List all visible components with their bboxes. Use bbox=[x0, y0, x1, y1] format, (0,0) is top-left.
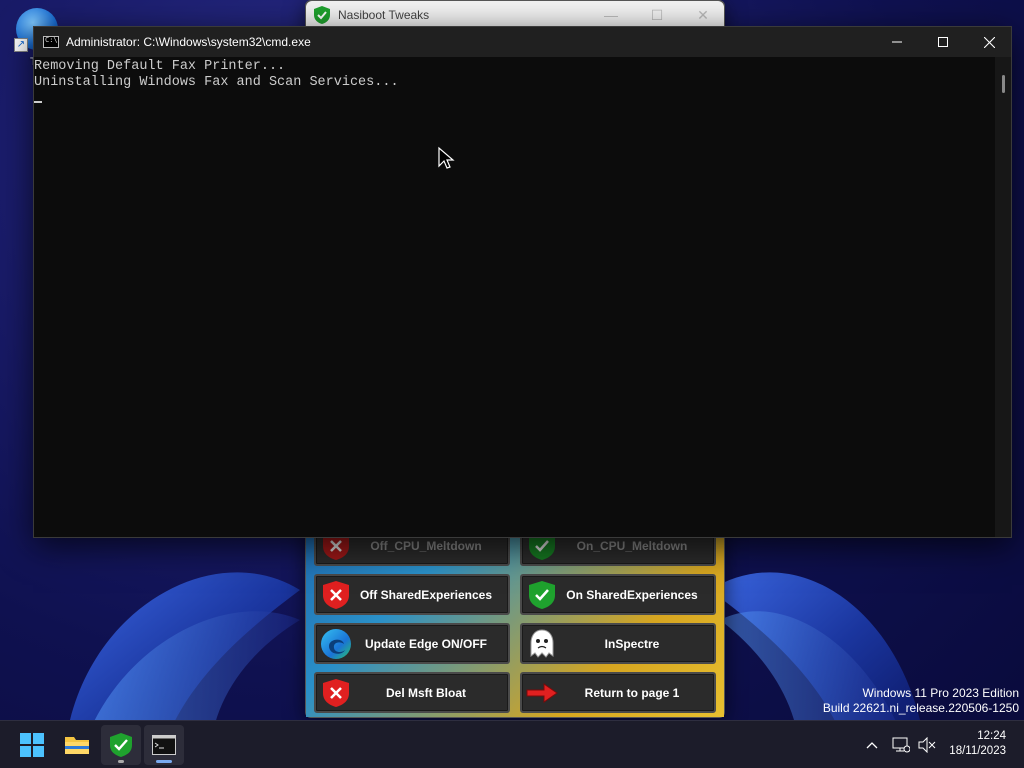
console-line: Removing Default Fax Printer... bbox=[34, 59, 286, 74]
return-to-page-1-button[interactable]: Return to page 1 bbox=[520, 672, 716, 713]
nasiboot-maximize-button[interactable]: ☐ bbox=[634, 1, 680, 29]
mouse-pointer-icon bbox=[438, 146, 455, 169]
watermark-build: Build 22621.ni_release.220506-1250 bbox=[822, 701, 1019, 715]
maximize-icon bbox=[938, 37, 948, 47]
cmd-close-button[interactable] bbox=[966, 27, 1012, 57]
terminal-icon bbox=[152, 735, 176, 755]
cmd-minimize-button[interactable] bbox=[874, 27, 920, 57]
system-tray bbox=[862, 721, 940, 768]
start-button[interactable] bbox=[12, 725, 52, 765]
return-to-page-1-label: Return to page 1 bbox=[584, 685, 680, 700]
clock-time: 12:24 bbox=[977, 730, 1006, 742]
taskbar-file-explorer[interactable] bbox=[57, 725, 97, 765]
nasiboot-close-button[interactable]: ✕ bbox=[680, 1, 726, 29]
shield-check-icon bbox=[314, 6, 330, 24]
volume-button[interactable] bbox=[914, 737, 940, 753]
cmd-window[interactable]: Administrator: C:\Windows\system32\cmd.e… bbox=[33, 26, 1012, 538]
nasiboot-title: Nasiboot Tweaks bbox=[338, 8, 430, 22]
edge-icon bbox=[321, 628, 351, 659]
minimize-icon bbox=[892, 41, 902, 43]
taskbar: 12:24 18/11/2023 bbox=[0, 720, 1024, 768]
cmd-scrollbar[interactable] bbox=[995, 57, 1011, 537]
close-icon bbox=[983, 36, 995, 48]
cmd-maximize-button[interactable] bbox=[920, 27, 966, 57]
chevron-up-icon bbox=[866, 742, 878, 749]
inspectre-label: InSpectre bbox=[604, 636, 660, 651]
windows-start-icon bbox=[20, 733, 44, 757]
console-line: Uninstalling Windows Fax and Scan Servic… bbox=[34, 75, 399, 90]
running-indicator bbox=[118, 760, 124, 763]
shield-check-icon bbox=[110, 733, 132, 757]
volume-muted-icon bbox=[918, 737, 936, 753]
off-cpu-meltdown-label: Off_CPU_Meltdown bbox=[370, 538, 482, 553]
nasiboot-titlebar[interactable]: Nasiboot Tweaks — ☐ ✕ bbox=[306, 1, 724, 29]
del-msft-bloat-label: Del Msft Bloat bbox=[385, 685, 466, 700]
scrollbar-thumb[interactable] bbox=[1002, 75, 1005, 93]
network-icon bbox=[892, 737, 910, 753]
shortcut-arrow-icon: ↗ bbox=[14, 38, 28, 52]
inspectre-button[interactable]: InSpectre bbox=[520, 623, 716, 664]
show-hidden-icons-button[interactable] bbox=[862, 741, 882, 749]
ghost-icon bbox=[530, 628, 554, 658]
active-indicator bbox=[156, 760, 172, 763]
on-shared-experiences-button[interactable]: On SharedExperiences bbox=[520, 574, 716, 615]
text-cursor bbox=[34, 101, 42, 103]
folder-icon bbox=[65, 737, 89, 754]
green-shield-check-icon bbox=[529, 580, 555, 609]
cmd-console-output[interactable]: Removing Default Fax Printer... Uninstal… bbox=[34, 57, 995, 537]
red-shield-x-icon bbox=[323, 678, 349, 707]
del-msft-bloat-button[interactable]: Del Msft Bloat bbox=[314, 672, 510, 713]
nasiboot-minimize-button[interactable]: — bbox=[588, 1, 634, 29]
cmd-app-icon bbox=[43, 36, 59, 48]
red-arrow-right-icon bbox=[526, 682, 558, 703]
red-shield-x-icon bbox=[323, 580, 349, 609]
watermark-edition: Windows 11 Pro 2023 Edition bbox=[862, 686, 1019, 700]
update-edge-button[interactable]: Update Edge ON/OFF bbox=[314, 623, 510, 664]
on-cpu-meltdown-label: On_CPU_Meltdown bbox=[576, 538, 688, 553]
cmd-titlebar[interactable]: Administrator: C:\Windows\system32\cmd.e… bbox=[34, 27, 1011, 57]
taskbar-clock[interactable]: 12:24 18/11/2023 bbox=[949, 729, 1006, 759]
network-button[interactable] bbox=[888, 737, 914, 753]
taskbar-nasiboot[interactable] bbox=[101, 725, 141, 765]
windows-watermark: Windows 11 Pro 2023 Edition Build 22621.… bbox=[823, 686, 1019, 716]
off-shared-experiences-button[interactable]: Off SharedExperiences bbox=[314, 574, 510, 615]
clock-date: 18/11/2023 bbox=[949, 745, 1006, 757]
cmd-title: Administrator: C:\Windows\system32\cmd.e… bbox=[66, 35, 311, 49]
on-shared-experiences-label: On SharedExperiences bbox=[566, 587, 698, 602]
taskbar-cmd[interactable] bbox=[144, 725, 184, 765]
update-edge-label: Update Edge ON/OFF bbox=[364, 636, 487, 651]
off-shared-experiences-label: Off SharedExperiences bbox=[359, 587, 493, 602]
